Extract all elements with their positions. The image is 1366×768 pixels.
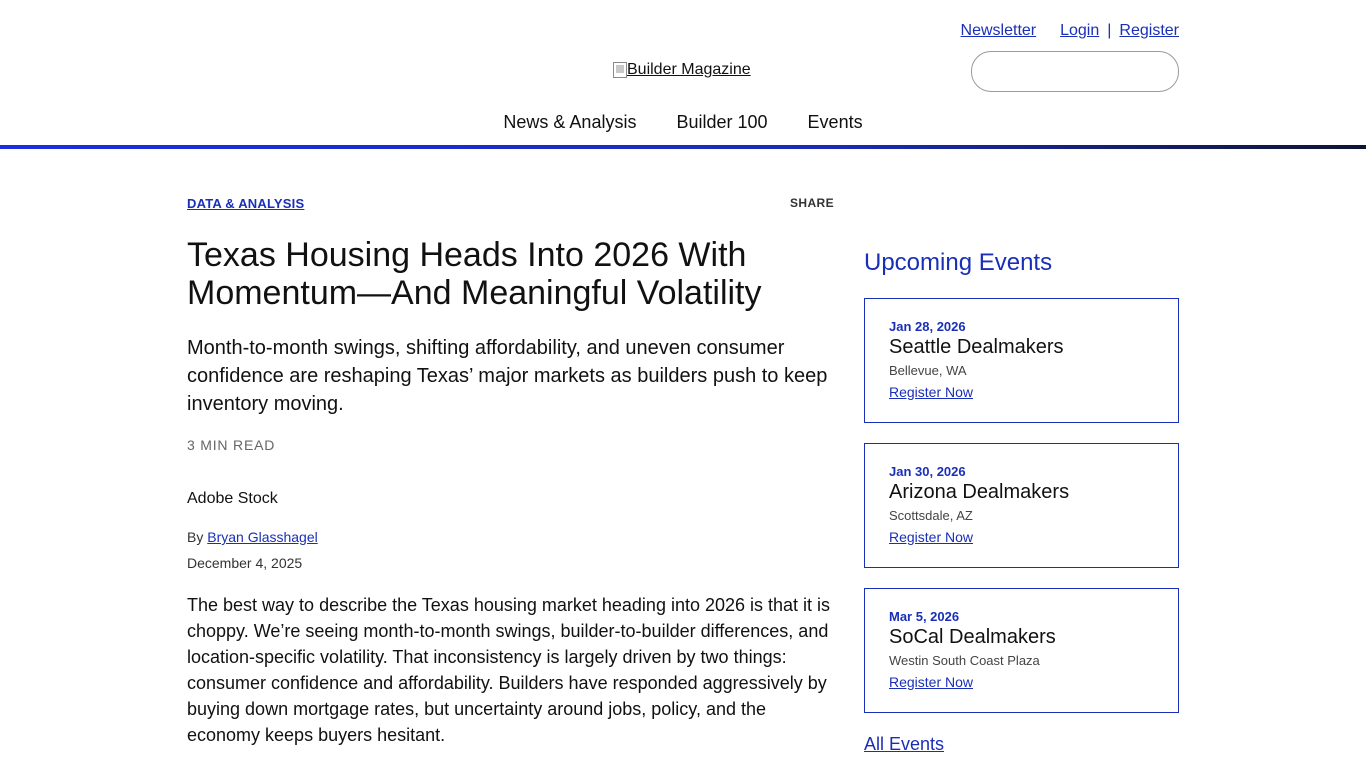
- utility-separator: |: [1107, 22, 1112, 39]
- event-register-link[interactable]: Register Now: [889, 384, 973, 400]
- nav-events[interactable]: Events: [808, 112, 863, 133]
- newsletter-link[interactable]: Newsletter: [961, 22, 1037, 40]
- event-card: Mar 5, 2026 SoCal Dealmakers Westin Sout…: [864, 588, 1179, 713]
- nav-divider: [0, 145, 1366, 149]
- article-body: The best way to describe the Texas housi…: [187, 595, 831, 745]
- event-location: Westin South Coast Plaza: [889, 653, 1040, 668]
- utility-nav: Newsletter Login | Register: [961, 22, 1179, 40]
- author-link[interactable]: Bryan Glasshagel: [207, 529, 318, 545]
- article-title: Texas Housing Heads Into 2026 With Momen…: [187, 236, 762, 312]
- nav-builder-100[interactable]: Builder 100: [676, 112, 767, 133]
- site-logo[interactable]: Builder Magazine: [613, 61, 751, 79]
- search-input[interactable]: [971, 51, 1179, 92]
- register-link[interactable]: Register: [1119, 22, 1179, 40]
- event-register-link[interactable]: Register Now: [889, 529, 973, 545]
- article-dek: Month-to-month swings, shifting affordab…: [187, 337, 828, 415]
- event-date: Mar 5, 2026: [889, 609, 960, 624]
- broken-image-icon: [613, 62, 627, 78]
- event-location: Bellevue, WA: [889, 363, 967, 378]
- byline: By Bryan Glasshagel: [187, 529, 318, 545]
- event-date: Jan 28, 2026: [889, 319, 966, 334]
- publish-date: December 4, 2025: [187, 555, 303, 571]
- event-register-link[interactable]: Register Now: [889, 674, 973, 690]
- event-name: Arizona Dealmakers: [889, 481, 1070, 503]
- logo-alt-text: Builder Magazine: [627, 61, 751, 78]
- all-events-link[interactable]: All Events: [864, 734, 944, 755]
- article-category-link[interactable]: DATA & ANALYSIS: [187, 196, 304, 211]
- upcoming-events-heading: Upcoming Events: [864, 249, 1053, 276]
- byline-prefix: By: [187, 529, 204, 545]
- event-location: Scottsdale, AZ: [889, 508, 973, 523]
- event-card: Jan 30, 2026 Arizona Dealmakers Scottsda…: [864, 443, 1179, 568]
- read-time: 3 MIN READ: [187, 437, 276, 453]
- image-credit: Adobe Stock: [187, 490, 278, 507]
- event-name: Seattle Dealmakers: [889, 336, 1064, 358]
- main-nav: News & Analysis Builder 100 Events: [0, 112, 1366, 133]
- share-button[interactable]: SHARE: [790, 196, 834, 210]
- login-link[interactable]: Login: [1060, 22, 1099, 40]
- nav-news-analysis[interactable]: News & Analysis: [503, 112, 636, 133]
- event-name: SoCal Dealmakers: [889, 626, 1056, 648]
- event-card: Jan 28, 2026 Seattle Dealmakers Bellevue…: [864, 298, 1179, 423]
- event-date: Jan 30, 2026: [889, 464, 966, 479]
